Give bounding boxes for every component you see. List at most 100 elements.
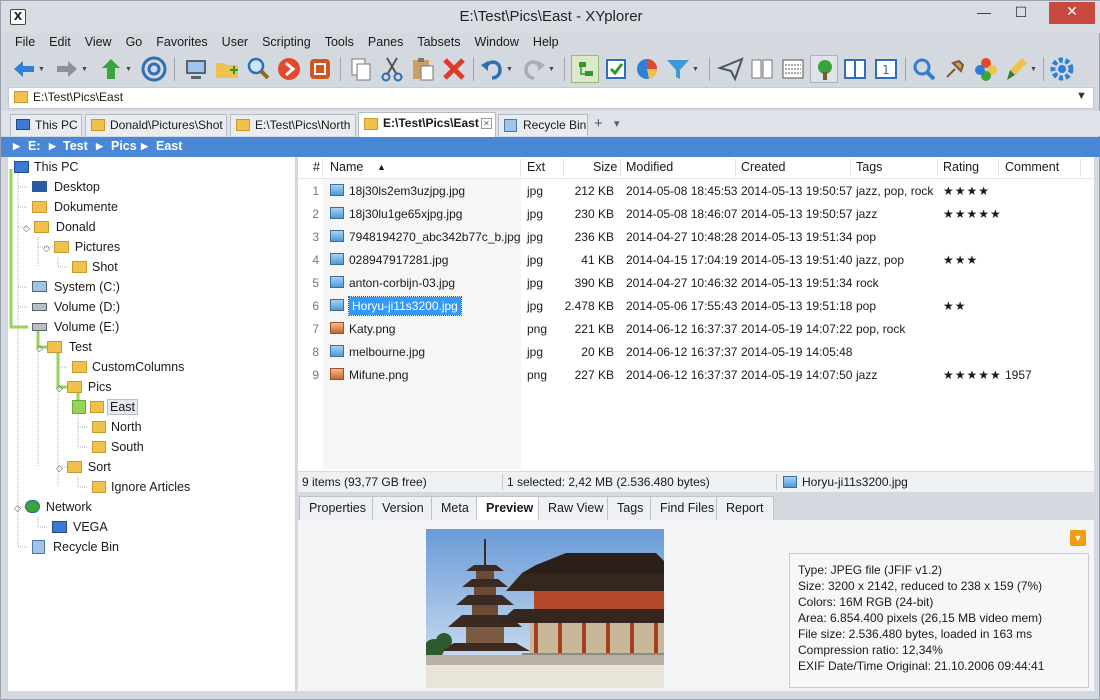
menu-panes[interactable]: Panes <box>361 33 410 51</box>
tree-item-north[interactable]: North <box>92 418 142 436</box>
file-rating[interactable]: ★★★★★ <box>943 364 1002 386</box>
new-tab-button[interactable]: + <box>594 115 603 132</box>
paste-icon[interactable] <box>409 55 437 83</box>
column-header-size[interactable]: Size <box>593 157 617 178</box>
chevron-right-icon[interactable]: ▶ <box>13 141 20 152</box>
tree-toggle-icon[interactable] <box>571 55 599 83</box>
menu-go[interactable]: Go <box>119 33 150 51</box>
column-header-tags[interactable]: Tags <box>856 157 882 178</box>
file-rating[interactable]: ★★★★ <box>943 180 990 202</box>
breadcrumb-item[interactable]: Test <box>63 139 88 153</box>
send-icon[interactable] <box>716 55 745 83</box>
goto-icon[interactable] <box>275 55 303 83</box>
pane-number-icon[interactable]: 1 <box>872 55 900 83</box>
expander-icon[interactable]: ◇ <box>36 343 43 353</box>
tree-item-dokumente[interactable]: Dokumente <box>32 198 118 216</box>
breadcrumb-item[interactable]: East <box>156 139 182 153</box>
menu-scripting[interactable]: Scripting <box>255 33 318 51</box>
address-input[interactable]: E:\Test\Pics\East <box>33 90 123 104</box>
tree-item-sort[interactable]: ◇ Sort <box>56 458 111 476</box>
column-header-name[interactable]: Name <box>330 157 363 178</box>
minimize-button[interactable]: — <box>969 2 999 24</box>
preview-options-icon[interactable]: ▼ <box>1070 530 1086 546</box>
pane-layout-icon[interactable] <box>841 55 869 83</box>
tree-item-customcolumns[interactable]: CustomColumns <box>72 358 184 376</box>
menu-tools[interactable]: Tools <box>318 33 361 51</box>
column-header-modified[interactable]: Modified <box>626 157 673 178</box>
tree-item-system-c[interactable]: System (C:) <box>32 278 120 296</box>
cut-icon[interactable] <box>378 55 406 83</box>
tree-item-donald[interactable]: ◇ Donald <box>23 218 96 236</box>
tab-version[interactable]: Version <box>372 496 434 520</box>
column-header-created[interactable]: Created <box>741 157 785 178</box>
expander-icon[interactable]: ◇ <box>56 383 63 393</box>
tab-raw-view[interactable]: Raw View <box>538 496 614 520</box>
file-rating[interactable]: ★★★★★ <box>943 203 1002 225</box>
new-folder-icon[interactable] <box>213 55 241 83</box>
breadcrumb-item[interactable]: E: <box>28 139 41 153</box>
chevron-right-icon[interactable]: ▶ <box>141 141 148 152</box>
tree-item-shot[interactable]: Shot <box>72 258 118 276</box>
tree-item-south[interactable]: South <box>92 438 144 456</box>
tree-item-desktop[interactable]: Desktop <box>32 178 100 196</box>
up-dropdown-icon[interactable]: ▼ <box>125 66 132 73</box>
tree-item-volume-d[interactable]: Volume (D:) <box>32 298 120 316</box>
checkbox-icon[interactable] <box>602 55 630 83</box>
close-tab-icon[interactable]: ✕ <box>481 118 492 129</box>
breadcrumb-item[interactable]: Pics <box>111 139 137 153</box>
chevron-right-icon[interactable]: ▶ <box>96 141 103 152</box>
menu-window[interactable]: Window <box>467 33 525 51</box>
tree-item-pictures[interactable]: ◇ Pictures <box>43 238 120 256</box>
tag-icon[interactable] <box>306 55 334 83</box>
menu-file[interactable]: File <box>8 33 42 51</box>
column-header-comment[interactable]: Comment <box>1005 157 1059 178</box>
dual-pane-icon[interactable] <box>748 55 776 83</box>
computer-icon[interactable] <box>182 55 210 83</box>
menu-user[interactable]: User <box>215 33 255 51</box>
copy-icon[interactable] <box>347 55 375 83</box>
menu-edit[interactable]: Edit <box>42 33 78 51</box>
tree-item-test[interactable]: ◇ Test <box>36 338 92 356</box>
undo-icon[interactable] <box>478 55 506 83</box>
filter-icon[interactable] <box>664 55 692 83</box>
tab-pics-east[interactable]: E:\Test\Pics\East ✕ <box>358 112 496 137</box>
tab-tags[interactable]: Tags <box>607 496 654 520</box>
tab-pics-north[interactable]: E:\Test\Pics\North <box>230 114 356 136</box>
tree-item-volume-e[interactable]: Volume (E:) <box>32 318 119 336</box>
pie-chart-icon[interactable] <box>633 55 661 83</box>
tree-view-icon[interactable] <box>810 55 838 83</box>
undo-dropdown-icon[interactable]: ▼ <box>506 66 513 73</box>
tree-item-vega[interactable]: VEGA <box>52 518 108 536</box>
color-filter-icon[interactable] <box>972 55 1000 83</box>
tab-find-files[interactable]: Find Files <box>650 496 725 520</box>
folder-tree[interactable]: This PC Desktop Dokumente ◇ Donald ◇ Pictu… <box>8 157 295 691</box>
tab-menu-icon[interactable]: ▾ <box>614 117 620 130</box>
tree-item-pics[interactable]: ◇ Pics <box>56 378 112 396</box>
expander-icon[interactable]: ◇ <box>56 463 63 473</box>
tree-item-east[interactable]: East <box>72 398 139 416</box>
maximize-button[interactable]: ☐ <box>1006 2 1036 24</box>
tab-meta[interactable]: Meta <box>431 496 479 520</box>
settings-icon[interactable] <box>1048 55 1076 83</box>
tree-item-ignore-articles[interactable]: Ignore Articles <box>92 478 190 496</box>
preview-image[interactable] <box>426 529 664 688</box>
up-icon[interactable] <box>97 55 125 83</box>
column-header-rating[interactable]: Rating <box>943 157 979 178</box>
forward-icon[interactable] <box>53 55 81 83</box>
column-header-number[interactable]: # <box>313 157 320 178</box>
tree-item-recycle-bin[interactable]: Recycle Bin <box>32 538 119 556</box>
column-header-ext[interactable]: Ext <box>527 157 545 178</box>
expander-icon[interactable]: ◇ <box>23 223 30 233</box>
filter-dropdown-icon[interactable]: ▼ <box>692 66 699 73</box>
tab-properties[interactable]: Properties <box>299 496 376 520</box>
tab-preview[interactable]: Preview <box>476 496 544 520</box>
expander-icon[interactable]: ◇ <box>43 243 50 253</box>
tab-report[interactable]: Report <box>716 496 774 520</box>
delete-icon[interactable] <box>440 55 468 83</box>
menu-help[interactable]: Help <box>526 33 566 51</box>
target-icon[interactable] <box>140 55 168 83</box>
menu-tabsets[interactable]: Tabsets <box>410 33 467 51</box>
brush-icon[interactable] <box>1002 55 1030 83</box>
forward-dropdown-icon[interactable]: ▼ <box>81 66 88 73</box>
search-icon[interactable] <box>910 55 938 83</box>
